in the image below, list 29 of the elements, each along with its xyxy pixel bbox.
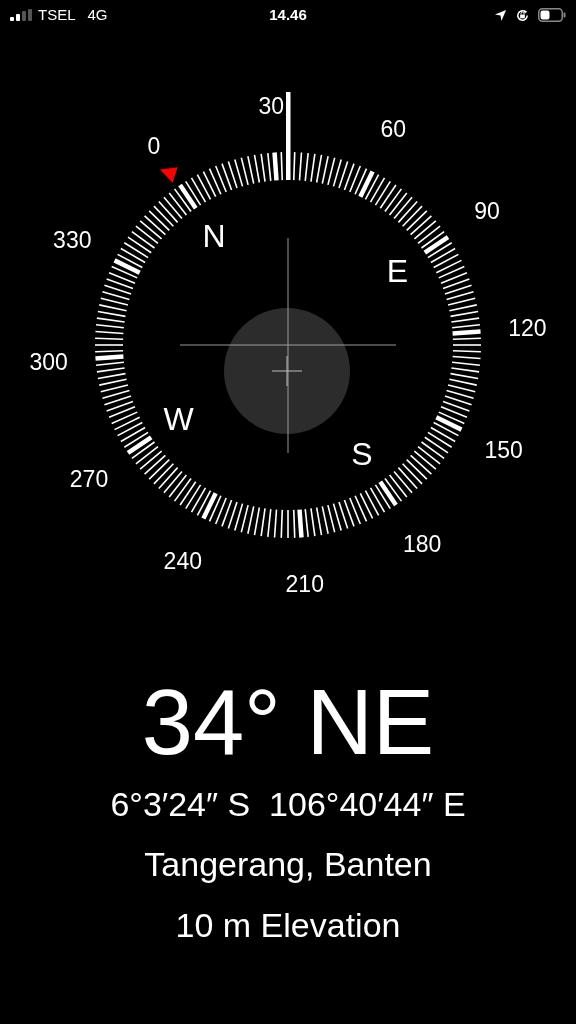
- rotation-lock-icon: [515, 7, 530, 23]
- place-name: Tangerang, Banten: [144, 844, 432, 884]
- degree-label: 210: [285, 572, 324, 596]
- carrier-name: TSEL: [38, 4, 76, 25]
- network-type: 4G: [87, 4, 108, 25]
- coordinates-text: 6°3′24″ S 106°40′44″ E: [110, 784, 466, 824]
- signal-icon: [10, 9, 32, 21]
- status-time: 14.46: [269, 4, 307, 25]
- degree-label: 300: [29, 350, 68, 374]
- degree-label: 180: [403, 532, 442, 556]
- location-arrow-icon: [494, 8, 507, 22]
- degree-label: 60: [380, 117, 406, 141]
- degree-label: 270: [69, 467, 109, 491]
- level-cross-icon: [271, 355, 303, 387]
- cardinal-label: N: [202, 219, 226, 252]
- battery-icon: [538, 8, 566, 22]
- degree-label: 150: [484, 438, 523, 462]
- degree-label: 120: [508, 316, 547, 340]
- elevation-text: 10 m Elevation: [175, 905, 401, 945]
- cardinal-label: S: [351, 438, 373, 471]
- cardinal-label: W: [163, 402, 194, 435]
- heading-reading: 34° NE: [141, 672, 435, 772]
- degree-label: 330: [53, 228, 92, 252]
- degree-label: 240: [163, 549, 202, 573]
- degree-label: 90: [474, 199, 500, 223]
- degree-label: 30: [258, 94, 285, 118]
- degree-label: 0: [147, 134, 161, 158]
- cardinal-label: E: [386, 255, 409, 288]
- north-marker-icon: [160, 167, 178, 183]
